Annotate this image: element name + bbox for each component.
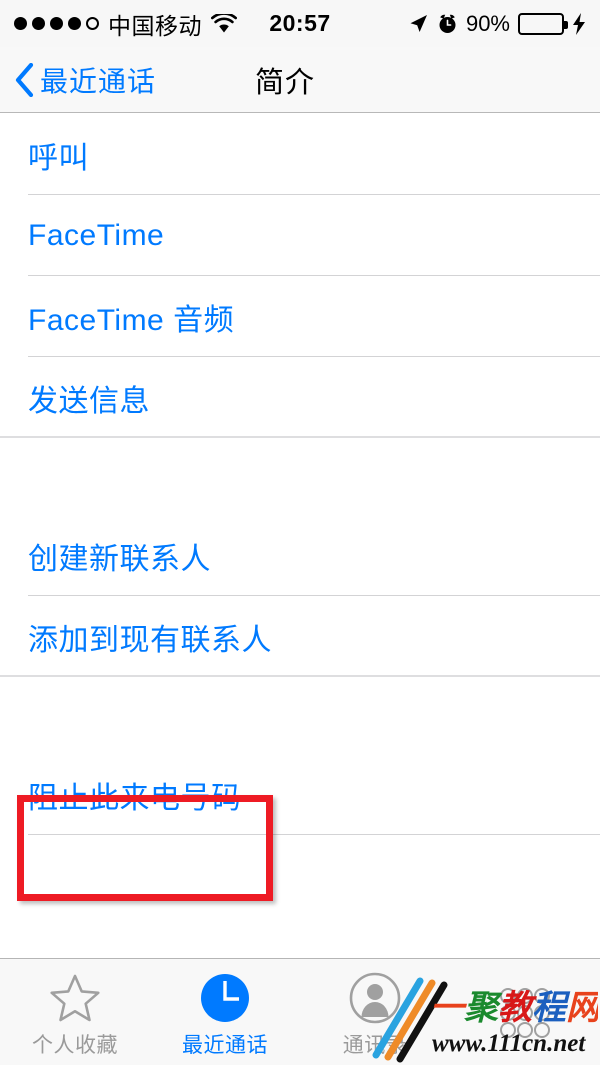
signal-dot	[68, 17, 81, 30]
wifi-icon	[211, 13, 237, 34]
keypad-dots-icon	[496, 986, 554, 1040]
list-item-label: 呼叫	[28, 141, 89, 175]
iphone-screen: 中国移动 20:57 90% 最近通话 简介 呼叫 FaceTime FaceT…	[0, 0, 600, 1065]
list-item-facetime-audio[interactable]: FaceTime 音频	[0, 276, 600, 357]
group-spacer	[0, 677, 600, 754]
navigation-bar: 最近通话 简介	[0, 47, 600, 113]
contact-person-icon	[349, 971, 401, 1025]
tab-keypad[interactable]	[450, 959, 600, 1065]
group-contact-actions: 呼叫 FaceTime FaceTime 音频 发送信息	[0, 114, 600, 438]
list-item-label: 添加到现有联系人	[28, 623, 272, 657]
list-item-facetime[interactable]: FaceTime	[0, 195, 600, 276]
group-block-actions: 阻止此来电号码	[0, 754, 600, 835]
lightning-bolt-icon	[572, 12, 586, 35]
battery-percent-label: 90%	[465, 10, 510, 36]
alarm-clock-icon	[437, 13, 458, 34]
clock-filled-icon	[199, 971, 251, 1025]
list-item-send-message[interactable]: 发送信息	[0, 357, 600, 438]
list-item-create-new-contact[interactable]: 创建新联系人	[0, 515, 600, 596]
star-outline-icon	[49, 971, 101, 1025]
signal-dot	[50, 17, 63, 30]
list-item-call[interactable]: 呼叫	[0, 114, 600, 195]
back-button[interactable]: 最近通话	[14, 47, 156, 112]
status-bar-left: 中国移动	[14, 7, 237, 41]
battery-icon	[518, 12, 568, 35]
group-spacer	[0, 438, 600, 515]
signal-dot-empty	[86, 17, 99, 30]
tab-bar: 个人收藏 最近通话 通讯录	[0, 958, 600, 1065]
signal-dot	[14, 17, 27, 30]
list-item-add-to-existing-contact[interactable]: 添加到现有联系人	[0, 596, 600, 677]
group-contact-create: 创建新联系人 添加到现有联系人	[0, 515, 600, 677]
signal-dot	[32, 17, 45, 30]
tab-label: 个人收藏	[32, 1034, 118, 1057]
tab-label: 通讯录	[342, 1034, 408, 1057]
tab-favorites[interactable]: 个人收藏	[0, 959, 150, 1065]
status-bar: 中国移动 20:57 90%	[0, 0, 600, 47]
tab-contacts[interactable]: 通讯录	[300, 959, 450, 1065]
chevron-left-icon	[14, 62, 34, 97]
location-arrow-icon	[408, 13, 429, 34]
tab-recents[interactable]: 最近通话	[150, 959, 300, 1065]
list-item-block-caller[interactable]: 阻止此来电号码	[0, 754, 600, 835]
back-button-label: 最近通话	[40, 65, 157, 97]
signal-strength-dots	[14, 17, 99, 30]
list-item-label: 阻止此来电号码	[28, 781, 242, 815]
list-item-label: FaceTime	[28, 218, 165, 252]
list-item-label: 发送信息	[28, 384, 150, 418]
status-bar-right: 90%	[408, 11, 586, 37]
tab-label: 最近通话	[182, 1034, 268, 1057]
carrier-label: 中国移动	[108, 12, 202, 39]
detail-list: 呼叫 FaceTime FaceTime 音频 发送信息 创建新联系人 添加到现…	[0, 114, 600, 958]
list-item-label: FaceTime 音频	[28, 303, 235, 337]
list-item-label: 创建新联系人	[28, 542, 211, 576]
